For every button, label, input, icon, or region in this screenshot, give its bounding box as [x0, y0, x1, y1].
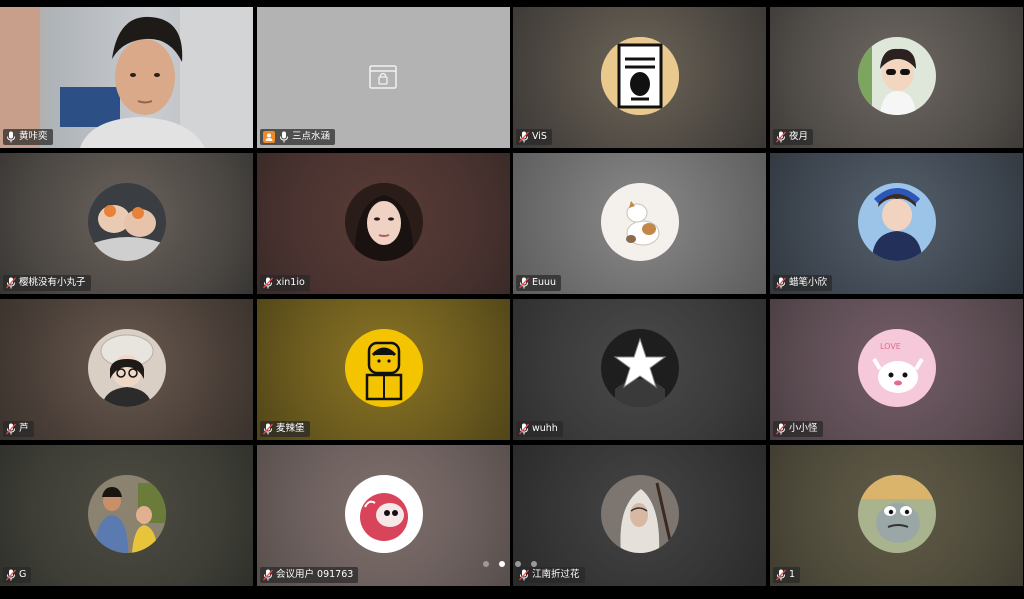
participant-tile[interactable]: 江南折过花: [513, 445, 766, 586]
participant-name-tag: 黄咔奕: [3, 129, 53, 145]
participant-tile[interactable]: 1: [770, 445, 1023, 586]
page-indicator: [483, 561, 537, 567]
microphone-icon: [280, 131, 288, 143]
participant-avatar: LOVE: [857, 328, 936, 407]
participant-name-tag: 芦: [3, 421, 34, 437]
microphone-muted-icon: [6, 423, 16, 435]
page-dot-current[interactable]: [499, 561, 505, 567]
page-dot[interactable]: [483, 561, 489, 567]
participant-name: 夜月: [789, 131, 809, 142]
microphone-muted-icon: [776, 131, 786, 143]
participant-tile[interactable]: G: [0, 445, 253, 586]
microphone-muted-icon: [776, 423, 786, 435]
participant-avatar: [344, 182, 423, 261]
participant-name-tag: ViS: [516, 129, 552, 145]
participant-tile[interactable]: 麦辣堡: [257, 299, 510, 440]
participant-name: 芦: [19, 423, 29, 434]
participant-name: 麦辣堡: [276, 423, 305, 434]
participant-name-tag: 江南折过花: [516, 567, 585, 583]
participant-tile[interactable]: wuhh: [513, 299, 766, 440]
participant-avatar: [87, 328, 166, 407]
participant-name-tag: 三点水涵: [260, 129, 336, 145]
participant-name: 黄咔奕: [19, 131, 48, 142]
microphone-muted-icon: [519, 423, 529, 435]
microphone-muted-icon: [263, 423, 273, 435]
microphone-muted-icon: [263, 569, 273, 581]
participant-name: 蜡笔小欣: [789, 277, 828, 288]
participant-tile[interactable]: xin1io: [257, 153, 510, 294]
participant-name: 江南折过花: [532, 569, 580, 580]
participant-tile[interactable]: 樱桃没有小丸子: [0, 153, 253, 294]
participant-avatar: [344, 474, 423, 553]
host-badge-icon: [263, 131, 275, 143]
participant-tile[interactable]: ViS: [513, 7, 766, 148]
participant-name-tag: 小小怪: [773, 421, 823, 437]
participant-name: ViS: [532, 131, 547, 142]
participant-avatar: [87, 474, 166, 553]
participant-name-tag: 麦辣堡: [260, 421, 310, 437]
camera-video: [0, 7, 253, 148]
microphone-muted-icon: [776, 277, 786, 289]
participant-name: 会议用户 091763: [276, 569, 354, 580]
participant-avatar: [600, 328, 679, 407]
video-grid: 黄咔奕 三点水涵 ViS 夜月 樱桃没有小丸子 xin1io Euuu 蜡笔小欣…: [0, 7, 1024, 587]
participant-avatar: [600, 474, 679, 553]
participant-avatar: [600, 182, 679, 261]
camera-person-image: [0, 7, 253, 148]
participant-name: 小小怪: [789, 423, 818, 434]
participant-avatar: [857, 474, 936, 553]
participant-name-tag: 蜡笔小欣: [773, 275, 833, 291]
participant-name-tag: Euuu: [516, 275, 562, 291]
microphone-icon: [7, 131, 15, 143]
participant-name-tag: 樱桃没有小丸子: [3, 275, 91, 291]
participant-name: wuhh: [532, 423, 558, 434]
participant-name-tag: 1: [773, 567, 801, 583]
participant-name-tag: xin1io: [260, 275, 310, 291]
participant-avatar: [344, 328, 423, 407]
svg-text:LOVE: LOVE: [880, 342, 901, 351]
participant-name-tag: G: [3, 567, 32, 583]
participant-name: 樱桃没有小丸子: [19, 277, 86, 288]
microphone-muted-icon: [6, 569, 16, 581]
participant-name-tag: 会议用户 091763: [260, 567, 359, 583]
microphone-muted-icon: [6, 277, 16, 289]
participant-name: xin1io: [276, 277, 305, 288]
microphone-muted-icon: [519, 569, 529, 581]
page-dot[interactable]: [515, 561, 521, 567]
microphone-muted-icon: [519, 131, 529, 143]
microphone-muted-icon: [519, 277, 529, 289]
participant-tile-active[interactable]: 三点水涵: [257, 7, 510, 148]
participant-tile[interactable]: 黄咔奕: [0, 7, 253, 148]
participant-tile[interactable]: 夜月: [770, 7, 1023, 148]
participant-tile[interactable]: 芦: [0, 299, 253, 440]
participant-tile[interactable]: 蜡笔小欣: [770, 153, 1023, 294]
participant-name-tag: 夜月: [773, 129, 814, 145]
participant-name: 三点水涵: [292, 131, 331, 142]
participant-avatar: [600, 36, 679, 115]
participant-tile[interactable]: 会议用户 091763: [257, 445, 510, 586]
participant-name: G: [19, 569, 27, 580]
page-dot[interactable]: [531, 561, 537, 567]
participant-name-tag: wuhh: [516, 421, 563, 437]
participant-tile[interactable]: LOVE 小小怪: [770, 299, 1023, 440]
participant-avatar: [857, 36, 936, 115]
participant-avatar: [857, 182, 936, 261]
participant-tile[interactable]: Euuu: [513, 153, 766, 294]
microphone-muted-icon: [263, 277, 273, 289]
participant-avatar: [87, 182, 166, 261]
participant-name: 1: [789, 569, 796, 580]
microphone-muted-icon: [776, 569, 786, 581]
screen-lock-icon: [369, 65, 397, 89]
participant-name: Euuu: [532, 277, 557, 288]
